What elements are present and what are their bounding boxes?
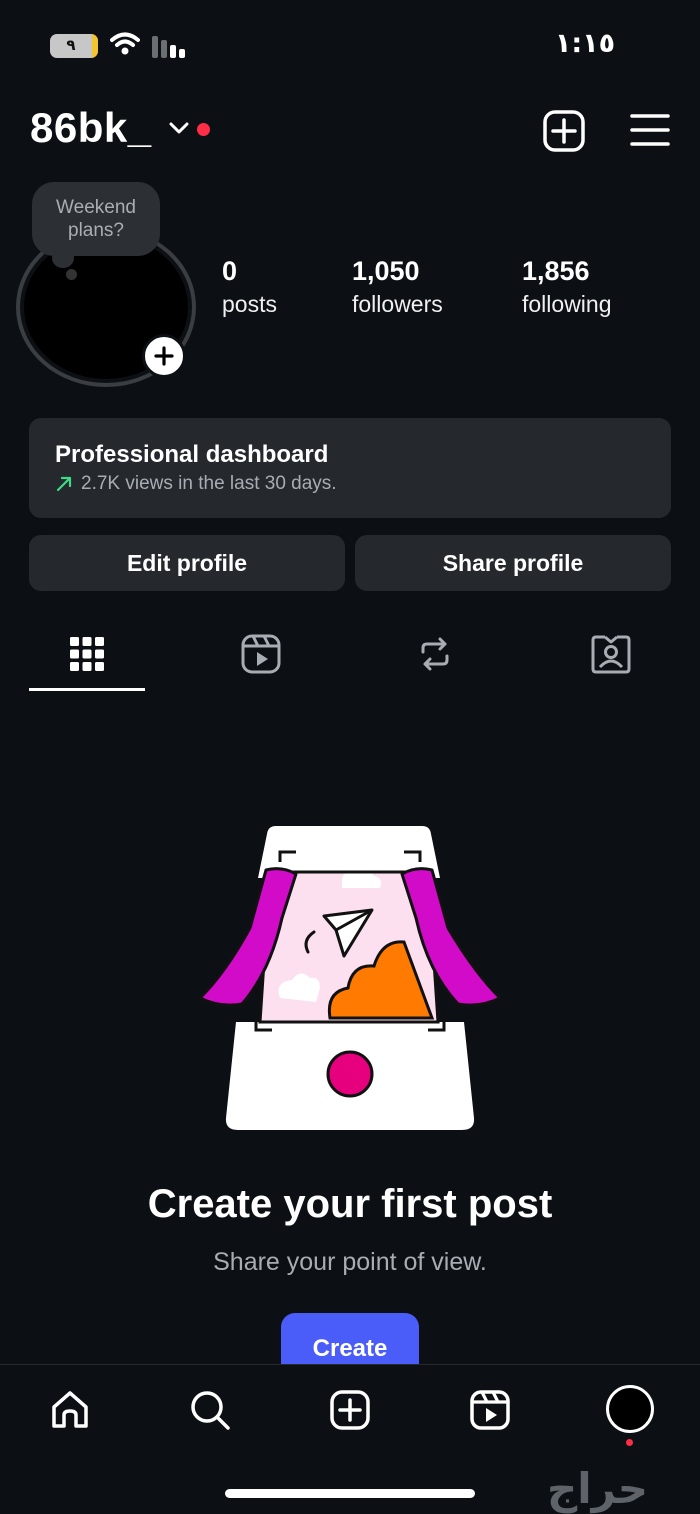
- signal-icon: [152, 36, 185, 58]
- note-dot: [66, 269, 77, 280]
- battery-fill: [92, 34, 98, 58]
- tab-reels[interactable]: [239, 632, 283, 676]
- tab-posts[interactable]: [65, 632, 109, 676]
- battery-level: ٩: [66, 37, 76, 54]
- stat-label: following: [522, 291, 612, 317]
- reels-icon: [470, 1390, 510, 1430]
- new-post-icon[interactable]: [542, 110, 586, 152]
- nav-home[interactable]: [47, 1387, 93, 1433]
- status-bar: ٩ ١:١٥: [0, 0, 700, 92]
- share-profile-button[interactable]: Share profile: [355, 535, 671, 591]
- add-story-button[interactable]: [142, 334, 186, 378]
- stat-label: posts: [222, 291, 277, 317]
- watermark: حراج: [546, 1463, 649, 1513]
- dashboard-subtitle-row: 2.7K views in the last 30 days.: [55, 470, 671, 498]
- plus-icon: [154, 346, 174, 366]
- bottom-nav: حراج: [0, 1364, 700, 1514]
- clock: ١:١٥: [554, 28, 616, 59]
- nav-search[interactable]: [187, 1387, 233, 1433]
- nav-profile-avatar[interactable]: [606, 1385, 654, 1433]
- stat-followers[interactable]: 1,050 followers: [352, 256, 443, 322]
- grid-icon: [70, 637, 104, 671]
- note-line-2: plans?: [68, 220, 124, 241]
- create-icon: [330, 1390, 370, 1430]
- tagged-icon: [591, 635, 631, 674]
- create-button[interactable]: Create: [281, 1313, 419, 1369]
- search-icon: [191, 1391, 230, 1430]
- stat-value: 0: [222, 256, 238, 286]
- stat-posts[interactable]: 0 posts: [222, 256, 277, 322]
- reposts-icon: [421, 637, 449, 671]
- nav-reels[interactable]: [467, 1387, 513, 1433]
- edit-profile-button[interactable]: Edit profile: [29, 535, 345, 591]
- tab-reposts[interactable]: [413, 632, 457, 676]
- stat-label: followers: [352, 291, 443, 317]
- dashboard-title: Professional dashboard: [55, 441, 329, 468]
- note-bubble[interactable]: Weekend plans?: [32, 182, 160, 256]
- username[interactable]: 86bk_: [30, 104, 152, 152]
- profile-notification-dot: [626, 1439, 633, 1446]
- tab-tagged[interactable]: [589, 632, 633, 676]
- empty-state-subtitle: Share your point of view.: [213, 1248, 487, 1276]
- stat-value: 1,050: [352, 256, 420, 286]
- battery-icon: ٩: [50, 34, 98, 58]
- chevron-down-icon[interactable]: [168, 120, 190, 136]
- trend-up-icon: [56, 476, 72, 492]
- menu-icon[interactable]: [630, 112, 670, 148]
- stat-following[interactable]: 1,856 following: [522, 256, 612, 322]
- stat-value: 1,856: [522, 256, 590, 286]
- home-indicator[interactable]: [225, 1489, 475, 1498]
- wifi-icon: [110, 32, 140, 55]
- notification-dot: [197, 123, 210, 136]
- nav-create[interactable]: [327, 1387, 373, 1433]
- reels-icon: [241, 634, 281, 674]
- active-tab-indicator: [29, 688, 145, 691]
- professional-dashboard[interactable]: Professional dashboard 2.7K views in the…: [29, 418, 671, 518]
- dashboard-subtitle: 2.7K views in the last 30 days.: [81, 473, 337, 494]
- note-line-1: Weekend: [56, 197, 136, 218]
- home-icon: [52, 1391, 88, 1428]
- empty-state-title: Create your first post: [147, 1182, 553, 1226]
- camera-illustration: [198, 826, 502, 1130]
